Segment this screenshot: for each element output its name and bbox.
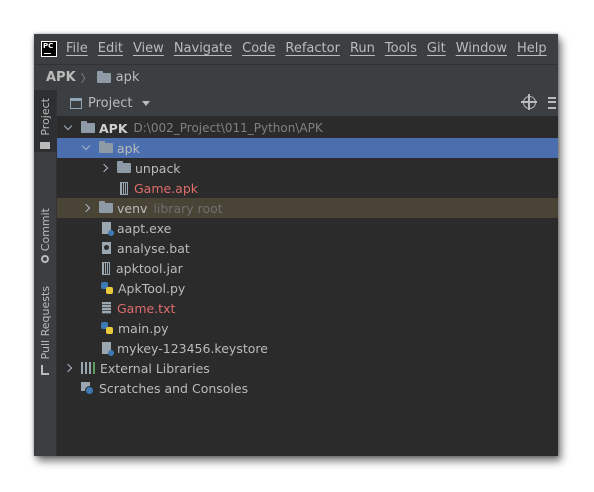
tree-row-venv[interactable]: venv library root — [57, 198, 558, 218]
menu-tools[interactable]: Tools — [380, 34, 422, 64]
scratches-label: Scratches and Consoles — [99, 380, 249, 396]
tab-commit[interactable]: Commit — [34, 208, 56, 270]
menu-view[interactable]: View — [128, 34, 169, 64]
breadcrumb-child[interactable]: apk — [116, 70, 140, 85]
tree-row-aapt[interactable]: aapt.exe — [57, 218, 558, 238]
folder-icon — [99, 201, 113, 213]
root-path: D:\002_Project\011_Python\APK — [133, 121, 323, 135]
chevron-down-icon[interactable] — [63, 121, 73, 131]
folder-icon — [81, 121, 95, 133]
chevron-right-icon[interactable] — [99, 163, 109, 173]
menu-refactor[interactable]: Refactor — [280, 34, 345, 64]
tree-row-unpack[interactable]: unpack — [57, 158, 558, 178]
menu-navigate[interactable]: Navigate — [169, 34, 237, 64]
batch-file-icon — [102, 242, 111, 254]
menu-run[interactable]: Run — [345, 34, 380, 64]
tree-row-keystore[interactable]: mykey-123456.keystore — [57, 338, 558, 358]
ide-window: PC File Edit View Navigate Code Refactor… — [34, 34, 558, 456]
folder-icon — [117, 161, 131, 173]
apk-folder-label: apk — [117, 140, 140, 156]
keystore-label: mykey-123456.keystore — [117, 340, 268, 356]
tab-pull-requests-label: Pull Requests — [38, 286, 52, 360]
tree-row-main-py[interactable]: main.py — [57, 318, 558, 338]
collapse-all-icon[interactable] — [548, 96, 556, 109]
game-txt-label: Game.txt — [117, 300, 176, 316]
unpack-folder-label: unpack — [135, 160, 181, 176]
jar-file-icon — [102, 261, 110, 275]
game-apk-label: Game.apk — [134, 180, 199, 196]
tab-project[interactable]: Project — [34, 90, 56, 152]
tree-row-analyse[interactable]: analyse.bat — [57, 238, 558, 258]
chevron-right-icon[interactable] — [63, 363, 73, 373]
logo-text: PC — [43, 42, 54, 50]
libraries-icon — [81, 362, 95, 374]
breadcrumb-root[interactable]: APK — [46, 70, 76, 85]
menu-window[interactable]: Window — [451, 34, 512, 64]
keystore-file-icon — [102, 342, 114, 356]
menu-bar: PC File Edit View Navigate Code Refactor… — [34, 34, 558, 64]
venv-hint: library root — [153, 200, 223, 216]
menu-file[interactable]: File — [61, 34, 93, 64]
archive-file-icon — [120, 181, 128, 195]
folder-icon — [99, 141, 113, 153]
tree-row-apktool-py[interactable]: ApkTool.py — [57, 278, 558, 298]
pull-request-icon — [41, 365, 49, 376]
tool-window-strip: Project Commit Pull Requests — [34, 90, 57, 456]
breadcrumb: APK 〉 apk — [34, 64, 558, 91]
project-panel-header: Project — [57, 90, 558, 116]
menu-code[interactable]: Code — [237, 34, 280, 64]
chevron-down-icon[interactable] — [81, 141, 91, 151]
menu-edit[interactable]: Edit — [93, 34, 128, 64]
root-label: APK — [99, 120, 128, 136]
venv-folder-label: venv — [117, 200, 148, 216]
tab-pull-requests[interactable]: Pull Requests — [34, 286, 56, 378]
tree-row-external-libraries[interactable]: External Libraries — [57, 358, 558, 378]
executable-file-icon — [102, 222, 114, 236]
main-py-label: main.py — [118, 320, 169, 336]
pycharm-logo-icon: PC — [41, 41, 57, 57]
tree-row-apktool-jar[interactable]: apktool.jar — [57, 258, 558, 278]
python-file-icon — [101, 322, 113, 334]
menu-help[interactable]: Help — [512, 34, 552, 64]
menu-git[interactable]: Git — [422, 34, 451, 64]
chevron-right-icon: 〉 — [80, 71, 92, 85]
view-selector[interactable]: Project — [88, 96, 132, 111]
locate-file-icon[interactable] — [521, 94, 537, 110]
scratches-icon — [81, 381, 94, 395]
chevron-right-icon[interactable] — [81, 203, 91, 213]
python-file-icon — [101, 282, 113, 294]
folder-icon — [40, 141, 50, 149]
tree-row-game-apk[interactable]: Game.apk — [57, 178, 558, 198]
folder-icon — [96, 70, 111, 83]
project-tree: APK D:\002_Project\011_Python\APK apk un… — [57, 116, 558, 456]
tab-project-label: Project — [38, 98, 52, 136]
tree-row-apk[interactable]: apk — [57, 138, 558, 158]
tree-row-scratches[interactable]: Scratches and Consoles — [57, 378, 558, 398]
tree-row-game-txt[interactable]: Game.txt — [57, 298, 558, 318]
external-libraries-label: External Libraries — [100, 360, 210, 376]
aapt-label: aapt.exe — [117, 220, 172, 236]
tab-commit-label: Commit — [38, 208, 52, 252]
apktool-py-label: ApkTool.py — [118, 280, 186, 296]
commit-icon — [41, 255, 49, 264]
analyse-label: analyse.bat — [117, 240, 190, 256]
apktool-jar-label: apktool.jar — [116, 260, 183, 276]
project-view-icon — [70, 97, 82, 109]
text-file-icon — [102, 302, 111, 314]
tree-row-root[interactable]: APK D:\002_Project\011_Python\APK — [57, 118, 558, 138]
dropdown-arrow-icon[interactable] — [142, 100, 151, 106]
